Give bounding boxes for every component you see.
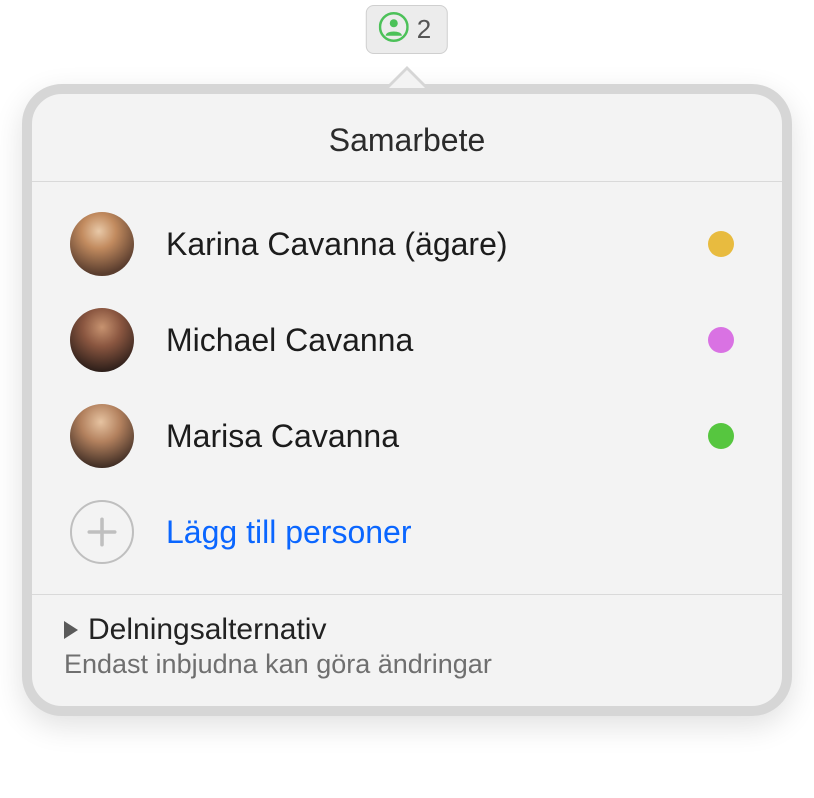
disclosure-triangle-icon bbox=[64, 621, 78, 639]
avatar bbox=[70, 212, 134, 276]
participant-color-dot bbox=[708, 231, 734, 257]
participants-list: Karina Cavanna (ägare) Michael Cavanna M… bbox=[32, 182, 782, 594]
avatar bbox=[70, 308, 134, 372]
plus-icon bbox=[70, 500, 134, 564]
participant-row[interactable]: Karina Cavanna (ägare) bbox=[62, 196, 752, 292]
participant-row[interactable]: Marisa Cavanna bbox=[62, 388, 752, 484]
add-people-label: Lägg till personer bbox=[166, 514, 411, 551]
participant-name: Michael Cavanna bbox=[166, 322, 676, 359]
participant-name: Marisa Cavanna bbox=[166, 418, 676, 455]
collaboration-popover: Samarbete Karina Cavanna (ägare) Michael… bbox=[22, 60, 792, 716]
participant-row[interactable]: Michael Cavanna bbox=[62, 292, 752, 388]
popover-title: Samarbete bbox=[32, 94, 782, 181]
participant-count: 2 bbox=[417, 14, 431, 45]
participant-name: Karina Cavanna (ägare) bbox=[166, 226, 676, 263]
add-people-button[interactable]: Lägg till personer bbox=[62, 484, 752, 586]
sharing-options-header: Delningsalternativ bbox=[62, 613, 752, 647]
popover-body: Samarbete Karina Cavanna (ägare) Michael… bbox=[22, 84, 792, 716]
participant-color-dot bbox=[708, 423, 734, 449]
participant-color-dot bbox=[708, 327, 734, 353]
collaboration-toolbar-button[interactable]: 2 bbox=[366, 5, 448, 54]
person-icon bbox=[379, 12, 409, 47]
popover-arrow bbox=[385, 66, 429, 88]
sharing-options-title: Delningsalternativ bbox=[88, 613, 326, 647]
sharing-options-subtitle: Endast inbjudna kan göra ändringar bbox=[64, 649, 752, 680]
avatar bbox=[70, 404, 134, 468]
sharing-options-toggle[interactable]: Delningsalternativ Endast inbjudna kan g… bbox=[32, 595, 782, 706]
